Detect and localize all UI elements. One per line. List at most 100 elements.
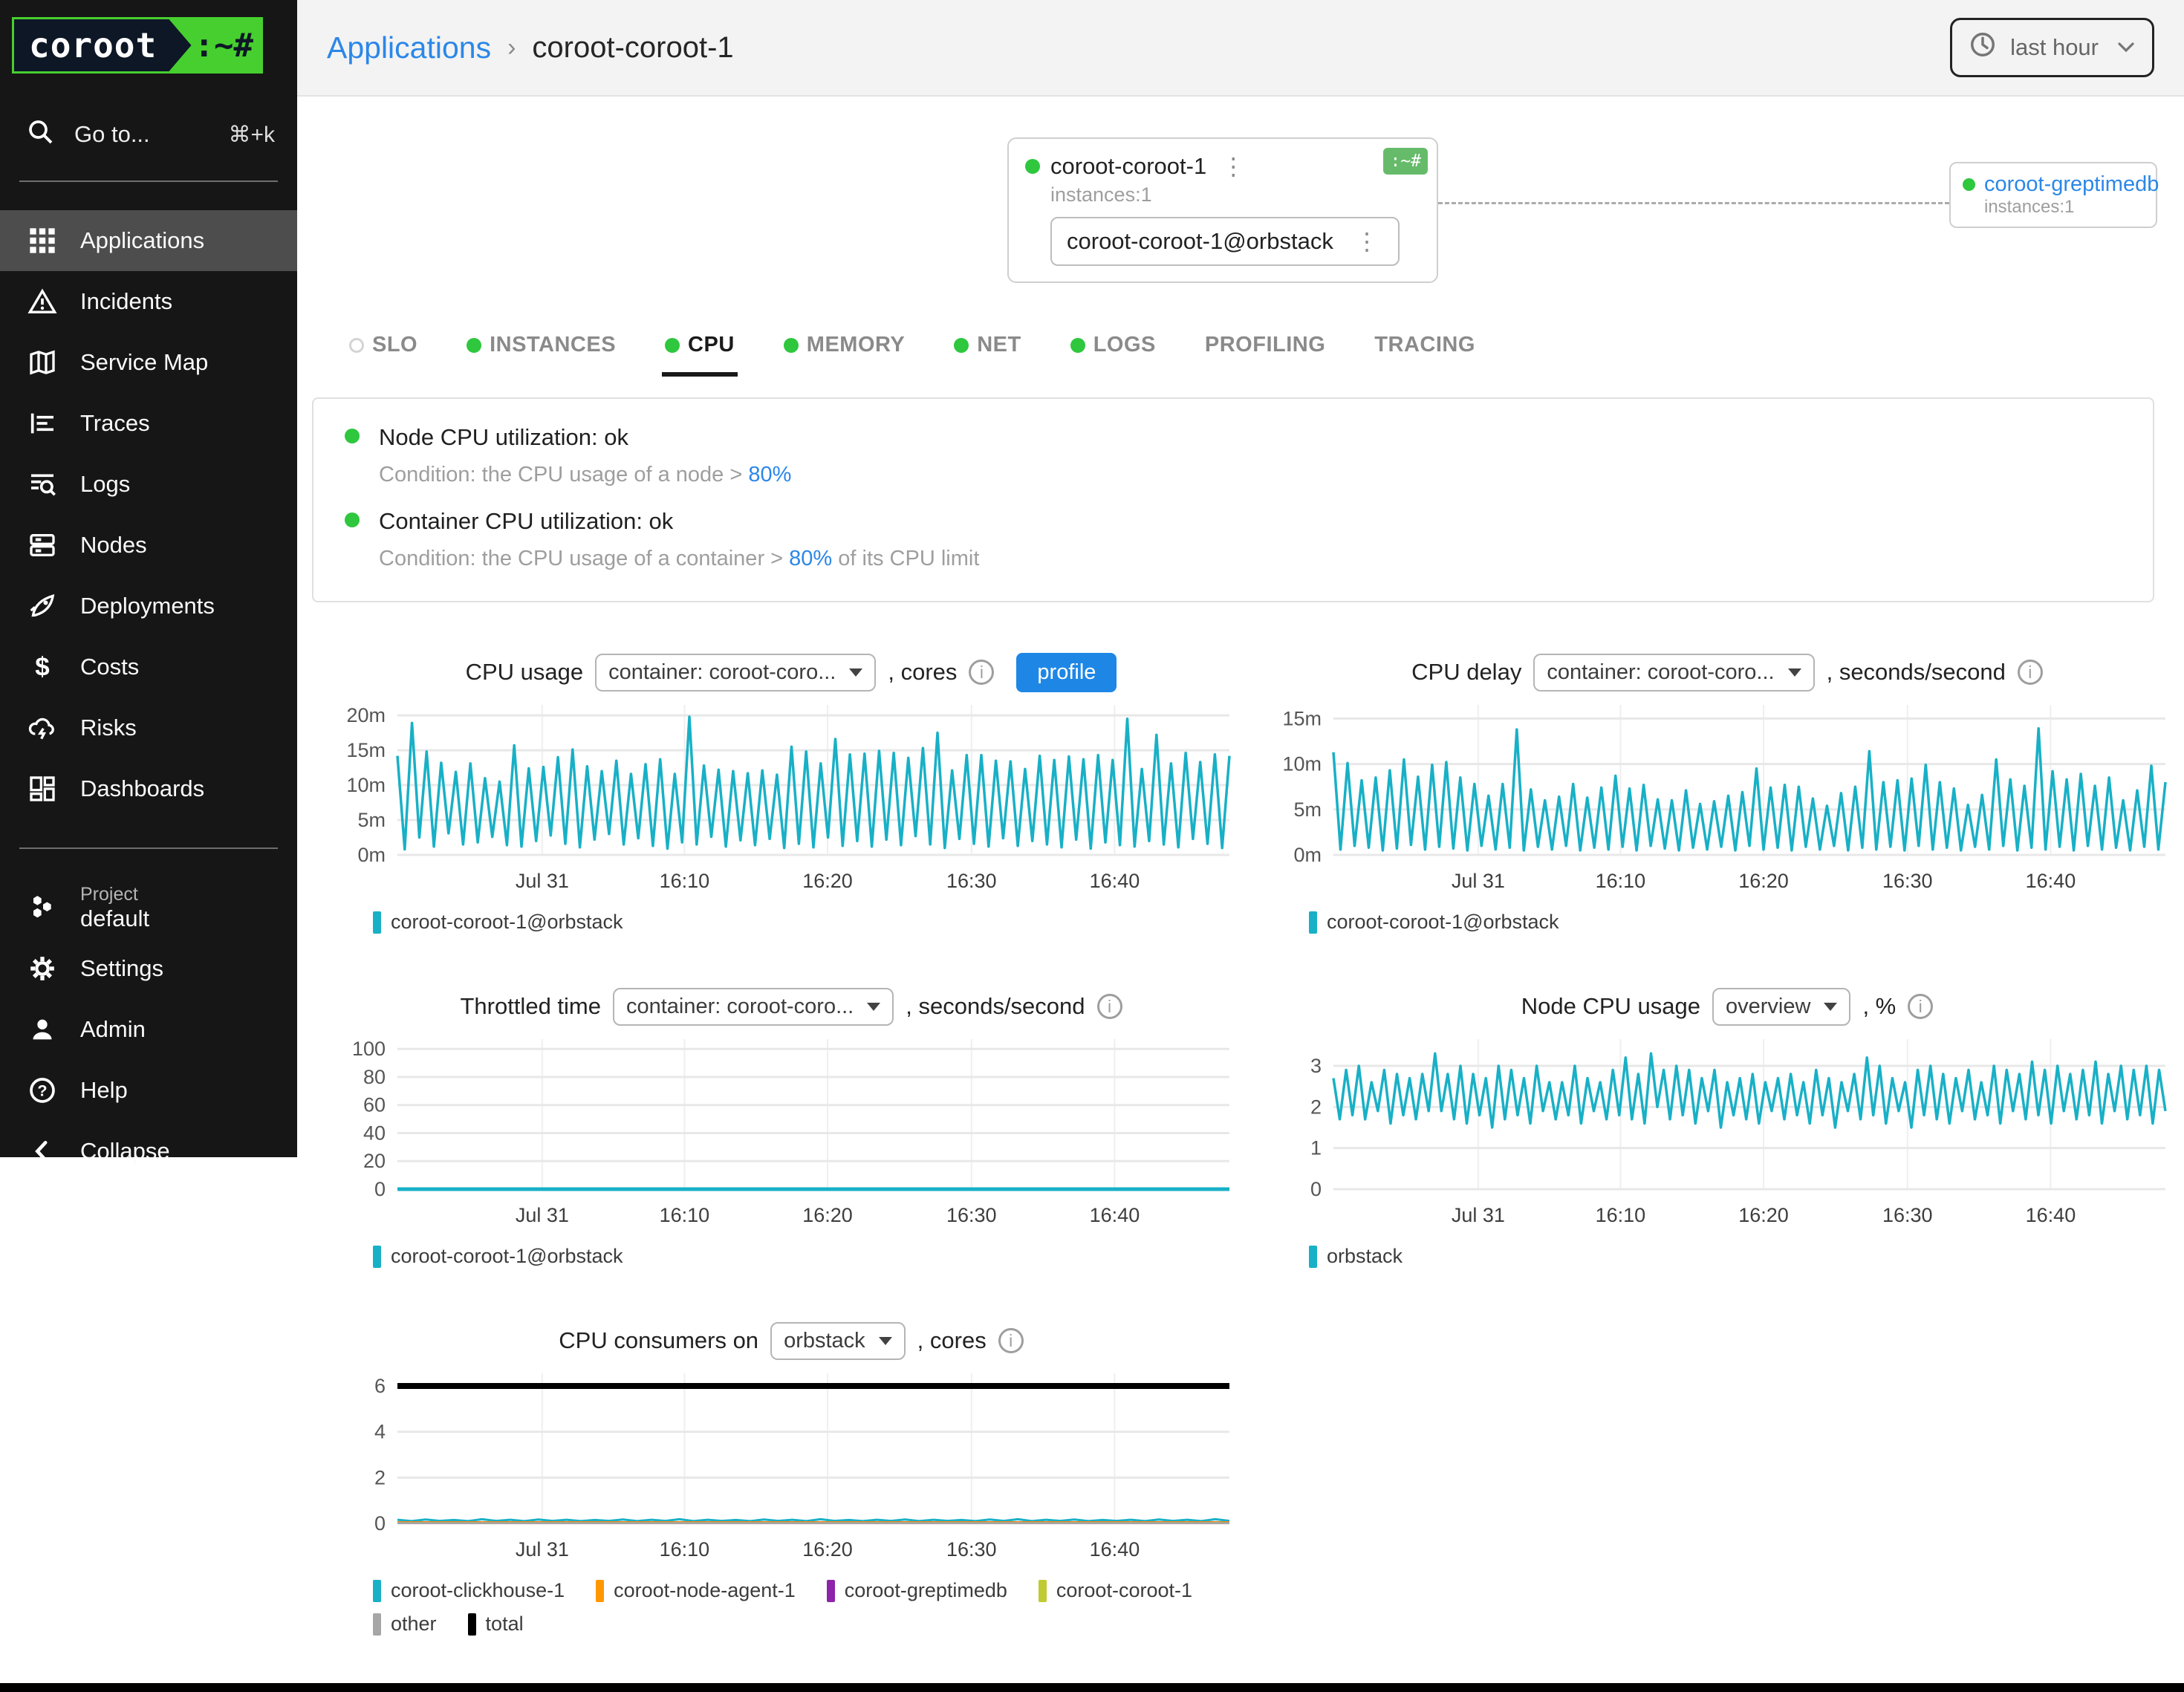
- caret-down-icon: [867, 1003, 880, 1011]
- profile-button[interactable]: profile: [1016, 653, 1117, 692]
- instance-item[interactable]: coroot-coroot-1@orbstack ⋮: [1050, 217, 1400, 266]
- report-tabs: SLO INSTANCES CPU MEMORY NET LOGS PROFILING TRA…: [346, 325, 2184, 377]
- chart-selector-dropdown[interactable]: overview: [1712, 988, 1850, 1026]
- legend-item[interactable]: coroot-coroot-1@orbstack: [1309, 911, 1559, 934]
- tab-logs[interactable]: LOGS: [1067, 325, 1159, 377]
- info-icon[interactable]: i: [969, 660, 994, 685]
- svg-text:16:10: 16:10: [1596, 1204, 1646, 1226]
- sidebar-item-deployments[interactable]: Deployments: [0, 576, 297, 637]
- svg-text:16:40: 16:40: [2026, 1204, 2076, 1226]
- tab-profiling[interactable]: PROFILING: [1202, 325, 1328, 377]
- info-icon[interactable]: i: [998, 1328, 1024, 1353]
- legend-item[interactable]: orbstack: [1309, 1245, 1403, 1268]
- grid-icon: [27, 226, 58, 256]
- tab-label: MEMORY: [807, 333, 905, 357]
- tab-instances[interactable]: INSTANCES: [464, 325, 619, 377]
- legend-item[interactable]: coroot-coroot-1: [1039, 1579, 1192, 1602]
- chart-selector-dropdown[interactable]: container: coroot-coro...: [1533, 654, 1814, 692]
- legend-swatch: [373, 1246, 381, 1268]
- hexagons-icon: [27, 893, 58, 923]
- sidebar-item-help[interactable]: ?Help: [0, 1060, 297, 1121]
- legend-item[interactable]: total: [468, 1613, 524, 1636]
- tab-slo[interactable]: SLO: [346, 325, 420, 377]
- legend-item[interactable]: coroot-coroot-1@orbstack: [373, 1245, 623, 1268]
- logs-icon: [27, 469, 58, 499]
- svg-text:16:30: 16:30: [1882, 870, 1933, 892]
- legend-item[interactable]: coroot-node-agent-1: [596, 1579, 796, 1602]
- chart-selector-dropdown[interactable]: container: coroot-coro...: [613, 988, 894, 1026]
- check-status-dot: [345, 429, 360, 443]
- sidebar-item-project[interactable]: Projectdefault: [0, 877, 297, 938]
- tab-tracing[interactable]: TRACING: [1371, 325, 1478, 377]
- svg-text:16:20: 16:20: [1738, 1204, 1789, 1226]
- topbar: Applications › coroot-coroot-1 last hour: [297, 0, 2184, 97]
- chart-title: CPU consumers on: [559, 1327, 758, 1354]
- chart-plot: Jul 3116:1016:2016:3016:400m5m10m15m: [1263, 696, 2180, 898]
- sidebar-item-applications[interactable]: Applications: [0, 210, 297, 271]
- chart-selector-dropdown[interactable]: orbstack: [770, 1322, 906, 1360]
- goto-search[interactable]: Go to... ⌘+k: [25, 117, 275, 152]
- legend-swatch: [373, 911, 381, 934]
- tab-label: INSTANCES: [490, 333, 616, 357]
- sidebar-item-nodes[interactable]: Nodes: [0, 515, 297, 576]
- svg-text:$: $: [35, 653, 49, 682]
- legend-label: coroot-coroot-1: [1056, 1579, 1192, 1602]
- chart-title: CPU usage: [466, 659, 584, 686]
- sidebar-item-settings[interactable]: Settings: [0, 938, 297, 999]
- chart-selector-dropdown[interactable]: container: coroot-coro...: [595, 654, 876, 692]
- traces-icon: [27, 409, 58, 438]
- sidebar-item-costs[interactable]: $Costs: [0, 637, 297, 697]
- svg-text:0m: 0m: [1293, 844, 1322, 866]
- legend-label: coroot-greptimedb: [845, 1579, 1007, 1602]
- svg-text:16:20: 16:20: [802, 870, 853, 892]
- sidebar-item-label: Nodes: [80, 532, 147, 559]
- info-icon[interactable]: i: [1908, 994, 1933, 1019]
- gear-icon: [27, 954, 58, 983]
- info-icon[interactable]: i: [2018, 660, 2043, 685]
- search-icon: [25, 117, 55, 152]
- legend-item[interactable]: coroot-greptimedb: [827, 1579, 1007, 1602]
- legend-label: coroot-coroot-1@orbstack: [391, 911, 623, 934]
- sidebar-divider-bottom: [19, 847, 278, 849]
- time-range-picker[interactable]: last hour: [1950, 18, 2154, 77]
- legend-swatch: [827, 1580, 835, 1602]
- info-icon[interactable]: i: [1097, 994, 1122, 1019]
- legend-swatch: [373, 1613, 381, 1636]
- legend-item[interactable]: coroot-clickhouse-1: [373, 1579, 565, 1602]
- chart-unit-label: , seconds/second: [1827, 659, 2006, 686]
- legend-item[interactable]: other: [373, 1613, 437, 1636]
- chart-unit-label: , cores: [917, 1327, 987, 1354]
- kebab-menu-icon[interactable]: ⋮: [1217, 152, 1249, 180]
- user-icon: [27, 1015, 58, 1044]
- sidebar-item-incidents[interactable]: Incidents: [0, 271, 297, 332]
- tab-cpu[interactable]: CPU: [662, 325, 738, 377]
- sidebar-item-label: Traces: [80, 410, 150, 437]
- sidebar-item-label: Dashboards: [80, 775, 204, 802]
- tab-status-dot: [467, 338, 481, 353]
- sidebar-item-dashboards[interactable]: Dashboards: [0, 758, 297, 819]
- chart-plot: Jul 3116:1016:2016:3016:400246: [327, 1364, 1244, 1566]
- upstream-application-link[interactable]: coroot-greptimedb: [1984, 172, 2159, 197]
- sidebar-item-collapse[interactable]: Collapse: [0, 1121, 297, 1182]
- sidebar-divider: [19, 180, 278, 182]
- threshold-link[interactable]: 80%: [789, 547, 832, 570]
- tab-memory[interactable]: MEMORY: [781, 325, 908, 377]
- sidebar-item-service-map[interactable]: Service Map: [0, 332, 297, 393]
- caret-down-icon: [879, 1337, 892, 1345]
- svg-text:15m: 15m: [346, 739, 386, 761]
- breadcrumb-applications[interactable]: Applications: [327, 30, 491, 65]
- sidebar-item-admin[interactable]: Admin: [0, 999, 297, 1060]
- threshold-link[interactable]: 80%: [748, 463, 791, 487]
- tab-net[interactable]: NET: [951, 325, 1024, 377]
- sidebar-item-risks[interactable]: Risks: [0, 697, 297, 758]
- legend-item[interactable]: coroot-coroot-1@orbstack: [373, 911, 623, 934]
- kebab-menu-icon[interactable]: ⋮: [1351, 227, 1383, 256]
- svg-text:16:10: 16:10: [660, 1538, 710, 1561]
- svg-text:10m: 10m: [346, 774, 386, 796]
- sidebar-item-logs[interactable]: Logs: [0, 454, 297, 515]
- breadcrumb-current: coroot-coroot-1: [532, 31, 733, 65]
- sidebar-item-traces[interactable]: Traces: [0, 393, 297, 454]
- coroot-app-window: coroot :~# Go to... ⌘+k ApplicationsInci…: [0, 0, 2184, 1692]
- legend-label: other: [391, 1613, 437, 1636]
- coroot-logo[interactable]: coroot :~#: [12, 17, 263, 74]
